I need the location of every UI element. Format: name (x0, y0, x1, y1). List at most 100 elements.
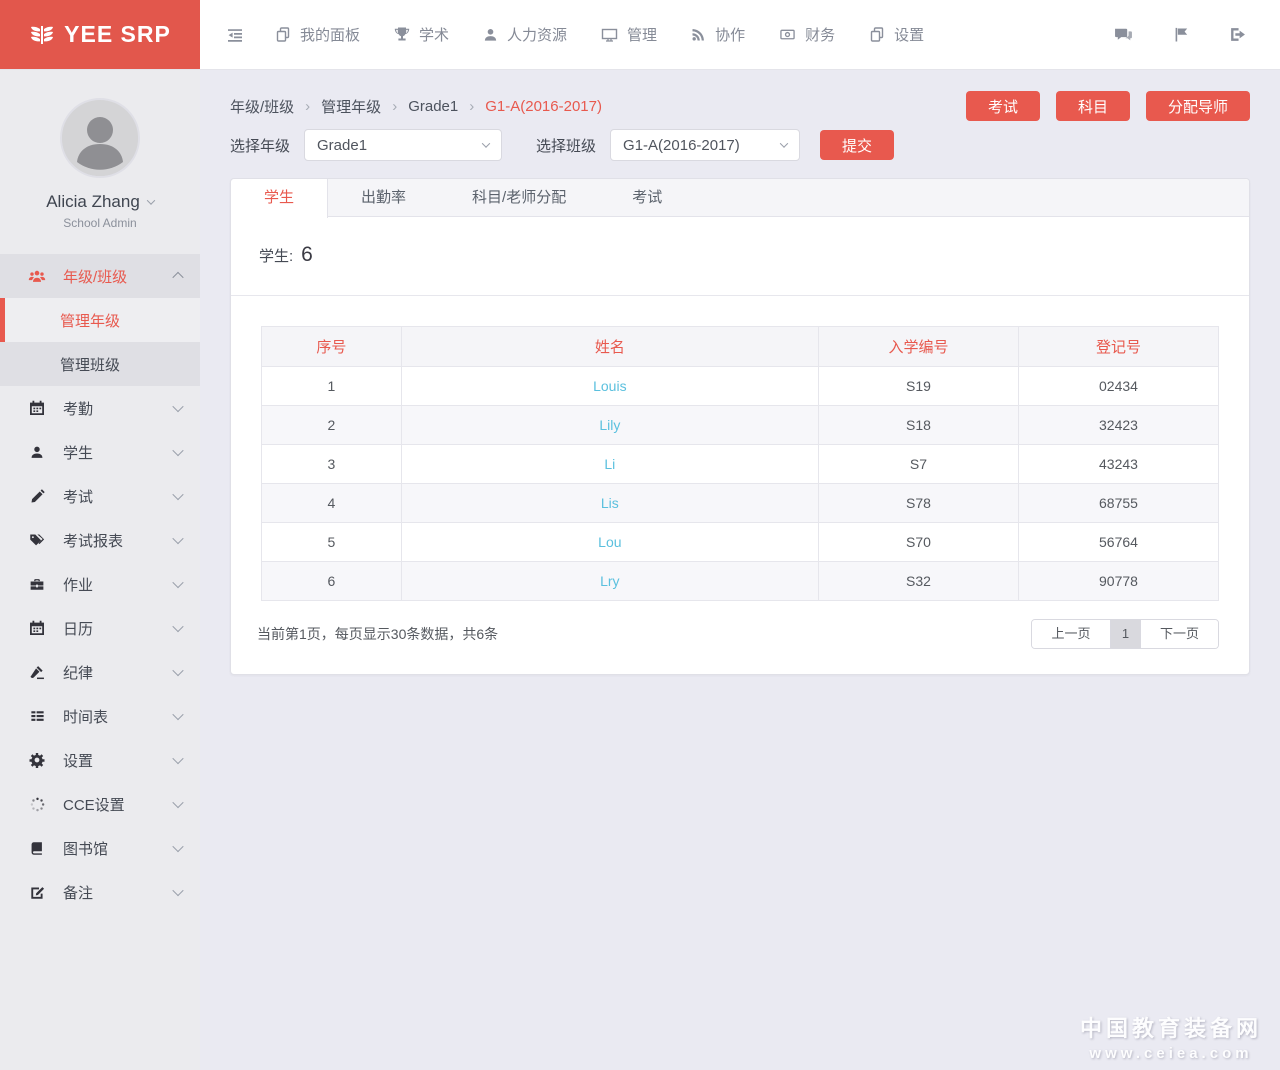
sidebar-item-students[interactable]: 学生 (0, 430, 200, 474)
sidebar-item-calendar[interactable]: 日历 (0, 606, 200, 650)
student-name-link[interactable]: Lis (601, 495, 619, 511)
tab-subject-teacher-assignment[interactable]: 科目/老师分配 (439, 179, 599, 216)
pencil-icon (28, 489, 46, 504)
nav-item-settings[interactable]: 设置 (852, 0, 941, 70)
student-name-link[interactable]: Lou (598, 534, 621, 550)
sidebar-item-label: 图书馆 (63, 838, 108, 859)
nav-label: 财务 (805, 24, 835, 45)
nav-label: 我的面板 (300, 24, 360, 45)
outdent-icon[interactable] (212, 27, 258, 43)
assign-tutor-button[interactable]: 分配导师 (1146, 91, 1250, 121)
chevron-down-icon (172, 665, 183, 676)
table-cell-admission: S18 (818, 406, 1018, 445)
tab-students[interactable]: 学生 (231, 179, 328, 218)
sidebar-item-label: 时间表 (63, 706, 108, 727)
desktop-icon (601, 27, 618, 43)
watermark-line1: 中国教育装备网 (1080, 1011, 1262, 1043)
next-page-button[interactable]: 下一页 (1140, 620, 1218, 648)
sidebar-item-manage-classes[interactable]: 管理班级 (0, 342, 200, 386)
sidebar-item-label: 考试 (63, 486, 93, 507)
table-row: 2 Lily S18 32423 (262, 406, 1219, 445)
students-table-wrap: 序号 姓名 入学编号 登记号 1 Louis S19 02434 2 (231, 296, 1249, 601)
table-cell-registration: 02434 (1018, 367, 1218, 406)
sidebar-item-grades-classes[interactable]: 年级/班级 (0, 254, 200, 298)
chevron-down-icon (172, 401, 183, 412)
sidebar-item-label: 管理年级 (60, 310, 120, 331)
nav-item-admin[interactable]: 管理 (584, 0, 674, 70)
note-icon (28, 885, 46, 900)
nav-item-finance[interactable]: 财务 (762, 0, 852, 70)
nav-item-hr[interactable]: 人力资源 (466, 0, 584, 70)
table-cell-admission: S19 (818, 367, 1018, 406)
user-role: School Admin (0, 216, 200, 230)
sidebar-item-manage-grades[interactable]: 管理年级 (0, 298, 200, 342)
grade-select[interactable]: Grade1 (304, 129, 502, 161)
table-cell-serial: 6 (262, 562, 402, 601)
sidebar-item-homework[interactable]: 作业 (0, 562, 200, 606)
breadcrumb-row: 年级/班级 › 管理年级 › Grade1 › G1-A(2016-2017) … (230, 90, 1250, 122)
sidebar-item-exam-reports[interactable]: 考试报表 (0, 518, 200, 562)
current-page-button[interactable]: 1 (1110, 620, 1140, 648)
sidebar-item-library[interactable]: 图书馆 (0, 826, 200, 870)
chevron-down-icon (172, 445, 183, 456)
subject-button[interactable]: 科目 (1056, 91, 1130, 121)
sidebar-item-label: 设置 (63, 750, 93, 771)
header-nav: 我的面板 学术 人力资源 (200, 0, 1114, 69)
flag-icon[interactable] (1173, 26, 1189, 43)
sidebar-item-label: 管理班级 (60, 354, 120, 375)
breadcrumb-separator: › (469, 98, 474, 115)
table-row: 6 Lry S32 90778 (262, 562, 1219, 601)
chevron-down-icon (172, 577, 183, 588)
student-count-value: 6 (301, 243, 313, 267)
gear-icon (28, 752, 46, 768)
chevron-down-icon (172, 841, 183, 852)
table-cell-registration: 90778 (1018, 562, 1218, 601)
sidebar-item-label: 纪律 (63, 662, 93, 683)
breadcrumb-item[interactable]: Grade1 (408, 98, 458, 115)
user-menu[interactable]: Alicia Zhang (46, 192, 154, 212)
sidebar-item-cce-settings[interactable]: CCE设置 (0, 782, 200, 826)
breadcrumb-item[interactable]: 管理年级 (321, 96, 381, 117)
student-name-link[interactable]: Lily (599, 417, 620, 433)
brand-name: YEE SRP (64, 21, 171, 48)
col-registration-no: 登记号 (1018, 327, 1218, 367)
sidebar-item-timetable[interactable]: 时间表 (0, 694, 200, 738)
nav-label: 管理 (627, 24, 657, 45)
table-header-row: 序号 姓名 入学编号 登记号 (262, 327, 1219, 367)
nav-item-dashboard[interactable]: 我的面板 (258, 0, 377, 70)
sidebar-item-remarks[interactable]: 备注 (0, 870, 200, 914)
sidebar-item-label: 作业 (63, 574, 93, 595)
sign-out-icon[interactable] (1229, 26, 1246, 43)
brand-logo[interactable]: YEE SRP (0, 0, 200, 69)
sidebar-item-label: 考勤 (63, 398, 93, 419)
briefcase-icon (28, 577, 46, 592)
tab-exams[interactable]: 考试 (599, 179, 695, 216)
nav-label: 人力资源 (507, 24, 567, 45)
nav-item-collaboration[interactable]: 协作 (674, 0, 762, 70)
sidebar-submenu: 管理年级 管理班级 (0, 298, 200, 386)
student-name-link[interactable]: Li (604, 456, 615, 472)
tab-attendance-rate[interactable]: 出勤率 (328, 179, 439, 216)
table-row: 1 Louis S19 02434 (262, 367, 1219, 406)
spinner-icon (28, 797, 46, 812)
class-select[interactable]: G1-A(2016-2017) (610, 129, 800, 161)
avatar[interactable] (60, 98, 140, 178)
exam-button[interactable]: 考试 (966, 91, 1040, 121)
nav-item-academic[interactable]: 学术 (377, 0, 466, 70)
sidebar-item-discipline[interactable]: 纪律 (0, 650, 200, 694)
pager: 上一页 1 下一页 (1031, 619, 1219, 649)
book-icon (28, 841, 46, 856)
pagination-info: 当前第1页，每页显示30条数据，共6条 (257, 624, 498, 644)
student-name-link[interactable]: Lry (600, 573, 619, 589)
prev-page-button[interactable]: 上一页 (1032, 620, 1110, 648)
page-actions: 考试 科目 分配导师 (966, 91, 1250, 121)
sidebar-item-settings[interactable]: 设置 (0, 738, 200, 782)
table-cell-registration: 56764 (1018, 523, 1218, 562)
sidebar-item-attendance[interactable]: 考勤 (0, 386, 200, 430)
submit-button[interactable]: 提交 (820, 130, 894, 160)
student-name-link[interactable]: Louis (593, 378, 626, 394)
comments-icon[interactable] (1114, 26, 1133, 43)
breadcrumb-item[interactable]: 年级/班级 (230, 96, 294, 117)
sidebar-item-exams[interactable]: 考试 (0, 474, 200, 518)
nav-label: 协作 (715, 24, 745, 45)
